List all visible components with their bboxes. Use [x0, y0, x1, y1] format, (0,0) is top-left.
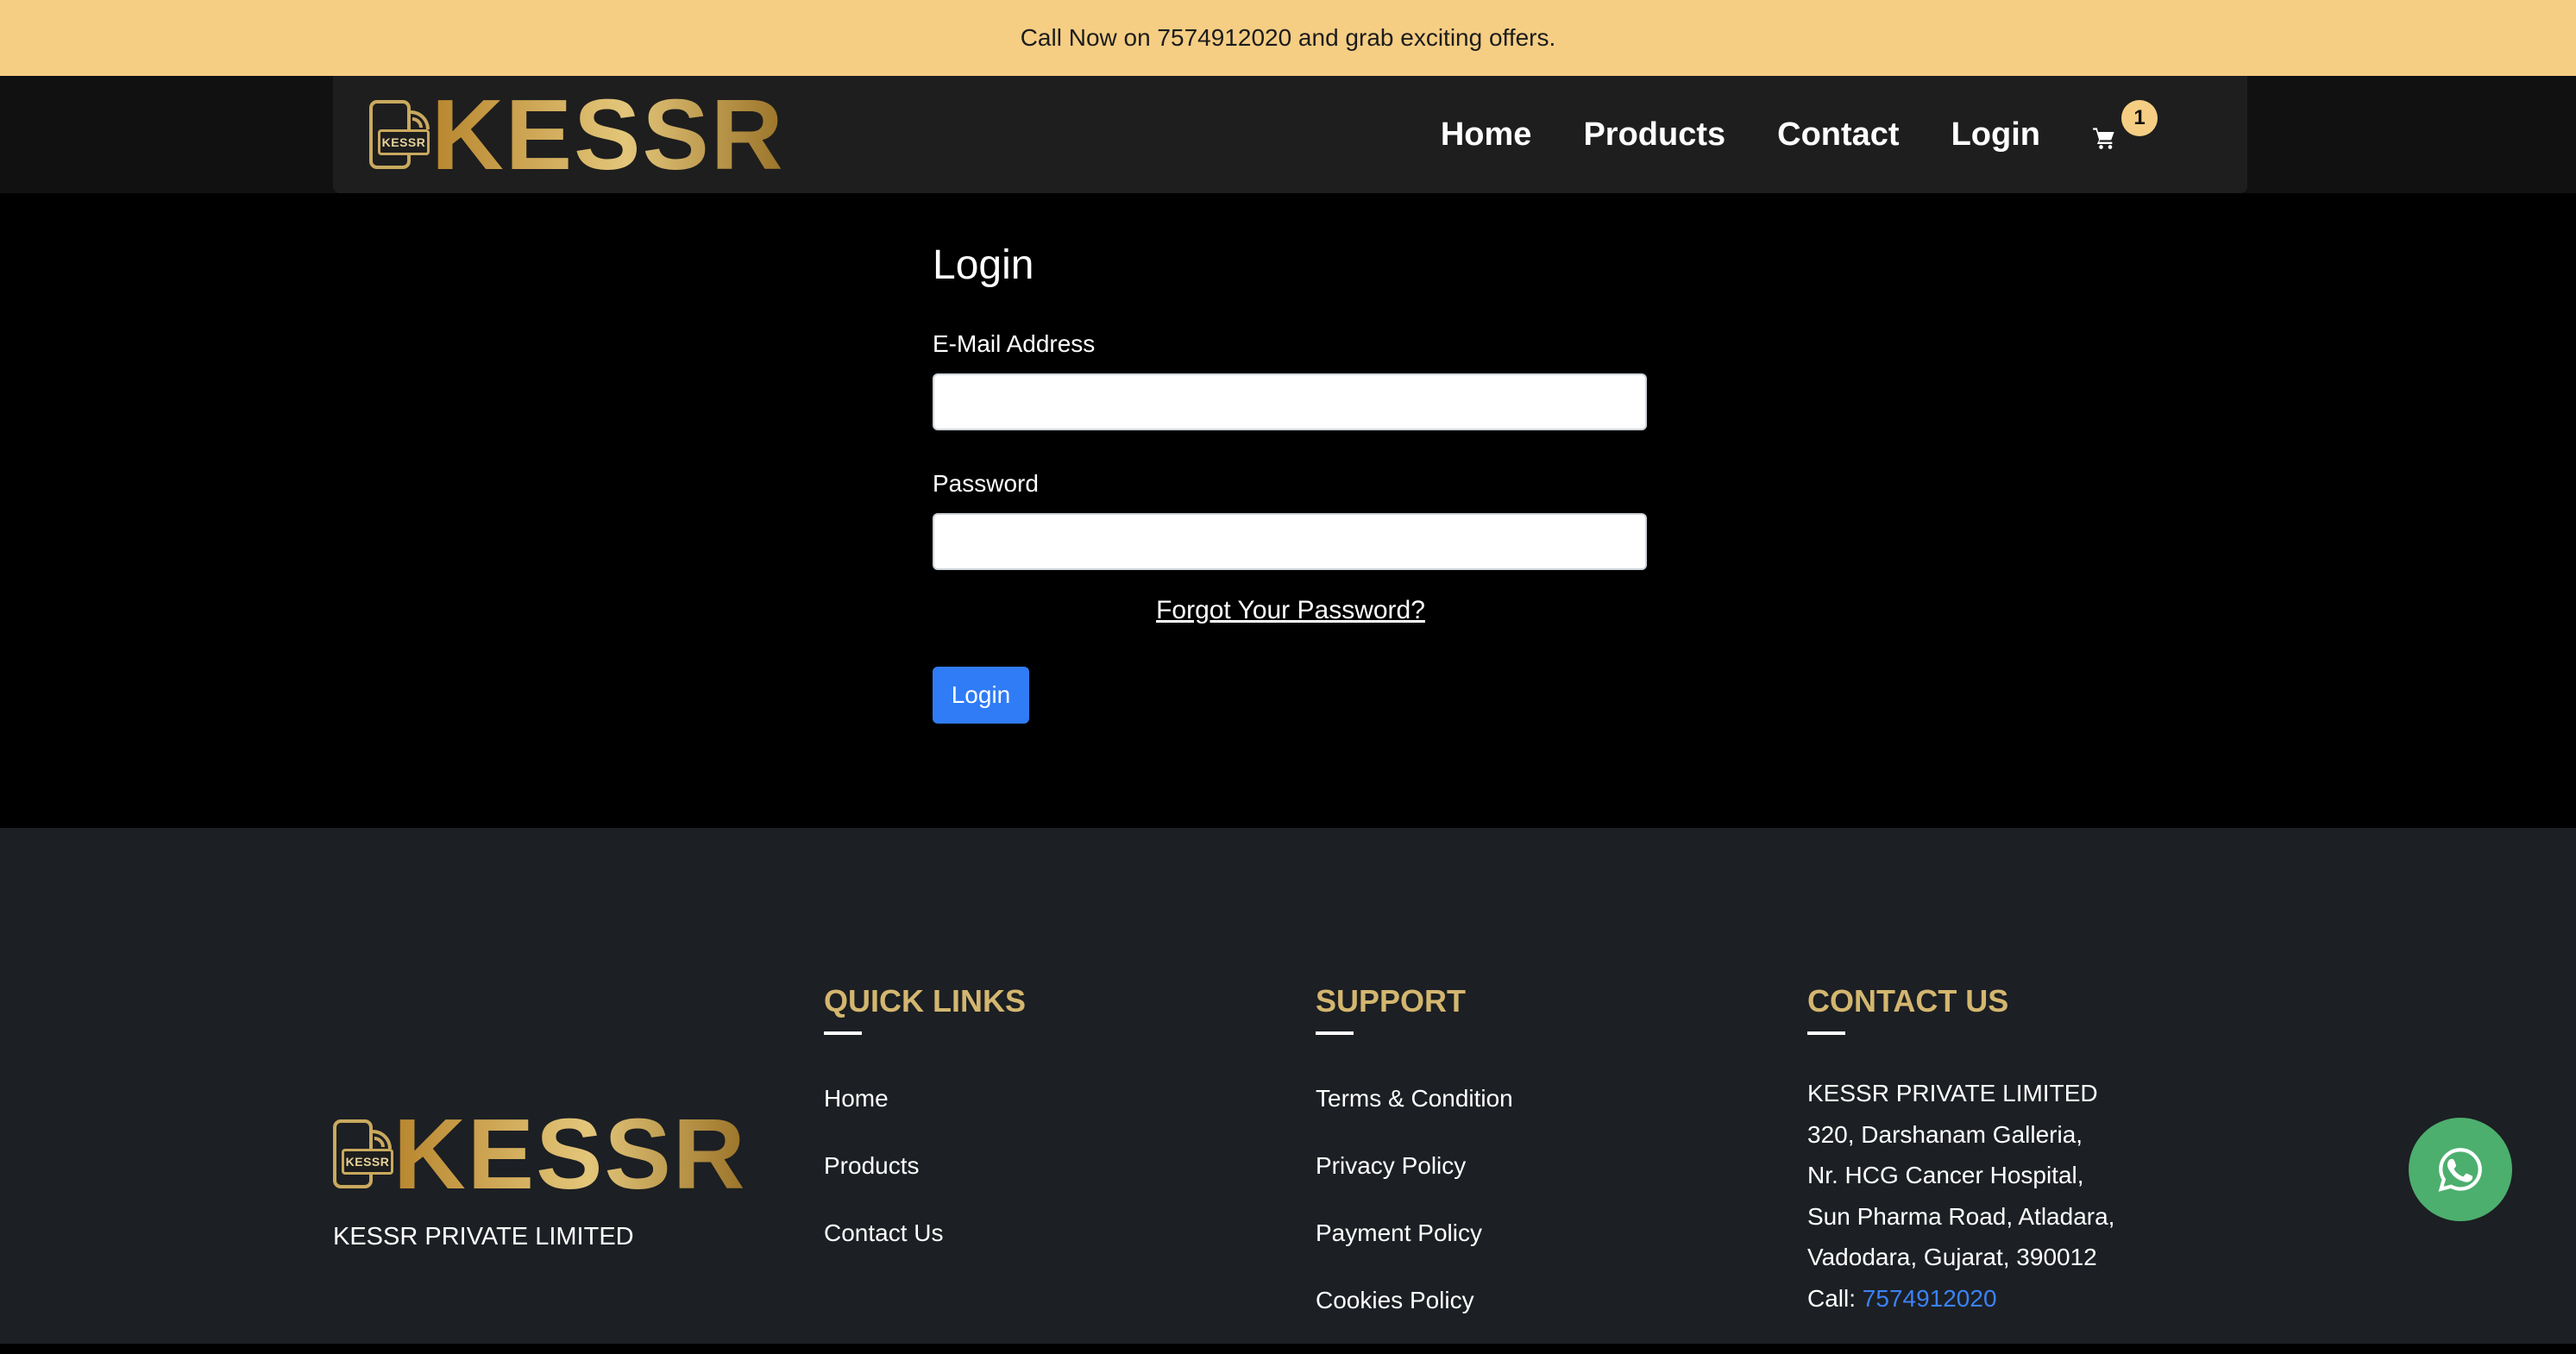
nav-products[interactable]: Products — [1583, 116, 1725, 154]
email-label: E-Mail Address — [933, 330, 1096, 357]
nav-contact[interactable]: Contact — [1777, 116, 1899, 154]
password-label: Password — [933, 470, 1039, 497]
nav-home[interactable]: Home — [1441, 116, 1532, 154]
quick-links-title: QUICK LINKS — [824, 983, 1026, 1019]
address-line: KESSR PRIVATE LIMITED — [1807, 1080, 2098, 1106]
footer-link-privacy[interactable]: Privacy Policy — [1316, 1152, 1513, 1180]
title-underline — [824, 1031, 862, 1035]
support-title: SUPPORT — [1316, 983, 1467, 1019]
footer: KESSR KESSR KESSR PRIVATE LIMITED QUICK … — [0, 828, 2576, 1344]
footer-link-payment[interactable]: Payment Policy — [1316, 1219, 1513, 1247]
contact-title: CONTACT US — [1807, 983, 2009, 1019]
phone-link[interactable]: 7574912020 — [1863, 1285, 1997, 1312]
email-field[interactable] — [933, 373, 1647, 430]
footer-link-home[interactable]: Home — [824, 1085, 1026, 1113]
whatsapp-icon — [2438, 1148, 2482, 1192]
address-line: Sun Pharma Road, Atladara, — [1807, 1202, 2115, 1230]
nav-menu: Home Products Contact Login 1 — [1441, 76, 2247, 193]
address-line: Vadodara, Gujarat, 390012 — [1807, 1244, 2097, 1270]
address-line: Nr. HCG Cancer Hospital, — [1807, 1162, 2084, 1188]
cart-button[interactable]: 1 — [2092, 100, 2158, 152]
cart-icon — [2093, 128, 2114, 149]
login-form: Login E-Mail Address Password Forgot You… — [933, 193, 1649, 724]
password-field[interactable] — [933, 513, 1647, 570]
footer-link-terms[interactable]: Terms & Condition — [1316, 1085, 1513, 1113]
brand-wordmark: KESSR — [431, 78, 785, 191]
phone-logo-icon: KESSR — [369, 100, 430, 169]
footer-link-products[interactable]: Products — [824, 1152, 1026, 1180]
footer-link-contact[interactable]: Contact Us — [824, 1219, 1026, 1247]
logo-chip-text: KESSR — [378, 129, 430, 155]
cart-count-badge: 1 — [2121, 100, 2158, 136]
call-line: Call: 7574912020 — [1807, 1278, 2114, 1320]
contact-column: CONTACT US KESSR PRIVATE LIMITED 320, Da… — [1807, 983, 2114, 1319]
support-column: SUPPORT Terms & Condition Privacy Policy… — [1316, 983, 1513, 1354]
footer-link-cookies[interactable]: Cookies Policy — [1316, 1287, 1513, 1314]
quick-links-column: QUICK LINKS Home Products Contact Us — [824, 983, 1026, 1287]
navbar: KESSR KESSR Home Products Contact Login … — [333, 76, 2247, 193]
title-underline — [1316, 1031, 1354, 1035]
nav-login[interactable]: Login — [1951, 116, 2040, 154]
brand-logo[interactable]: KESSR KESSR — [369, 85, 785, 185]
title-underline — [1807, 1031, 1845, 1035]
footer-logo: KESSR KESSR — [333, 1104, 747, 1204]
footer-wordmark: KESSR — [393, 1098, 747, 1210]
call-label: Call: — [1807, 1284, 1857, 1312]
page-title: Login — [933, 242, 1034, 288]
footer-company-name: KESSR PRIVATE LIMITED — [333, 1223, 634, 1251]
contact-address: KESSR PRIVATE LIMITED 320, Darshanam Gal… — [1807, 1073, 2114, 1319]
whatsapp-button[interactable] — [2409, 1118, 2512, 1221]
forgot-password-link[interactable]: Forgot Your Password? — [933, 596, 1649, 625]
promo-text: Call Now on 7574912020 and grab exciting… — [1020, 24, 1556, 51]
phone-logo-icon: KESSR — [333, 1119, 393, 1188]
promo-banner: Call Now on 7574912020 and grab exciting… — [0, 0, 2576, 76]
address-line: 320, Darshanam Galleria, — [1807, 1120, 2083, 1148]
login-button[interactable]: Login — [933, 667, 1029, 724]
logo-chip-text: KESSR — [342, 1149, 393, 1175]
